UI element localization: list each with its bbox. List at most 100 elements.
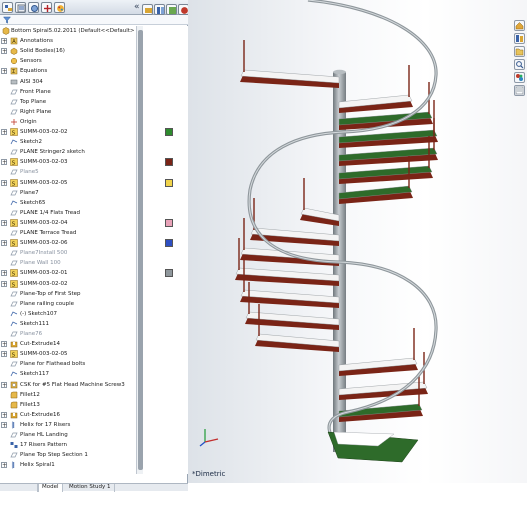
feature-tree-item-label: SUMM-003-02-01 (20, 270, 68, 277)
feature-tree-item[interactable]: + S SUMM-003-02-03 (0, 157, 136, 167)
feature-tree-scrollbar[interactable] (136, 26, 143, 474)
feature-tree-item[interactable]: + Solid Bodies(16) (0, 46, 136, 56)
feature-tree-item[interactable]: Plane7Install 500 (0, 248, 136, 258)
helix-icon (11, 461, 15, 469)
feature-tree-item-label: CSK for #5 Flat Head Machine Screw3 (20, 381, 125, 388)
expand-toggle-icon[interactable]: + (1, 240, 7, 247)
feature-tree-item[interactable]: Plane Top Step Section 1 (0, 450, 136, 460)
task-pane-search-button[interactable] (514, 59, 525, 70)
feature-tree-item[interactable]: + S SUMM-003-02-06 (0, 238, 136, 248)
feature-tree-item[interactable]: AISI 304 (0, 77, 136, 87)
feature-tree-item[interactable]: + Σ Equations (0, 66, 136, 76)
feature-tree-item[interactable]: Plane Wall 100 (0, 258, 136, 268)
task-pane-custom-properties-button[interactable] (514, 85, 525, 96)
feature-tree-item[interactable]: Top Plane (0, 97, 136, 107)
feature-tree-item[interactable]: + S SUMM-003-02-02 (0, 279, 136, 289)
feature-tree-item-label: Plane Wall 100 (20, 260, 61, 267)
cut-extrude-icon (10, 412, 18, 419)
feature-manager-panel: « Bottom Spiral5.02.2011 (Default<<Defau… (0, 0, 189, 483)
expand-toggle-icon[interactable]: + (1, 411, 7, 418)
feature-tree-root[interactable]: Bottom Spiral5.02.2011 (Default<<Default… (0, 26, 136, 36)
feature-tree-item[interactable]: + Cut-Extrude16 (0, 410, 136, 420)
feature-manager-tab[interactable] (2, 2, 13, 13)
feature-tree-item[interactable]: Sketch117 (0, 369, 136, 379)
feature-tree-item[interactable]: (-) Sketch107 (0, 309, 136, 319)
feature-tree-item[interactable]: Right Plane (0, 107, 136, 117)
feature-tree-item[interactable]: Sketch65 (0, 198, 136, 208)
feature-tree-item[interactable]: Sensors (0, 56, 136, 66)
expand-toggle-icon[interactable]: + (1, 48, 7, 55)
feature-tree-item-label: Plane railing couple (20, 300, 75, 307)
configuration-manager-tab[interactable] (28, 2, 39, 13)
search-icon (516, 61, 524, 69)
expand-toggle-icon[interactable]: + (1, 68, 7, 75)
expand-toggle-icon[interactable]: + (1, 351, 7, 358)
expand-toggle-icon[interactable]: + (1, 129, 7, 136)
graphics-viewport[interactable]: *Dimetric (188, 0, 527, 483)
part-icon: S (10, 219, 18, 227)
feature-tree-item-label: PLANE Terrace Tread (20, 230, 77, 236)
feature-tree-item[interactable]: Plane for Flathead bolts (0, 359, 136, 369)
collapse-panel-button[interactable]: « (134, 1, 140, 13)
feature-tree-item[interactable]: Plane5 (0, 167, 136, 177)
expand-toggle-icon[interactable]: + (1, 280, 7, 287)
feature-tree-item[interactable]: + Helix Spiral1 (0, 460, 136, 470)
cut-extrude-icon (10, 341, 18, 348)
expand-toggle-icon[interactable]: + (1, 462, 7, 469)
feature-tree-item[interactable]: + S SUMM-003-02-02 (0, 127, 136, 137)
feature-tree-item[interactable]: Sketch2 (0, 137, 136, 147)
annotations-icon: A (10, 37, 18, 45)
feature-tree-item[interactable]: PLANE 1/4 Flats Tread (0, 208, 136, 218)
tab-model[interactable]: Model (38, 484, 63, 492)
expand-toggle-icon[interactable]: + (1, 38, 7, 45)
feature-tree-item[interactable]: Origin (0, 117, 136, 127)
feature-tree-item[interactable]: 17 Risers Pattern (0, 440, 136, 450)
feature-tree-item[interactable]: + S SUMM-003-02-01 (0, 268, 136, 278)
part-status-grey-icon (165, 269, 173, 278)
spiral-staircase-model[interactable] (188, 0, 527, 483)
feature-tree-item[interactable]: Plane HL Landing (0, 430, 136, 440)
expand-toggle-icon[interactable]: + (1, 159, 7, 166)
expand-toggle-icon[interactable]: + (1, 421, 7, 428)
feature-tree-item[interactable]: PLANE Stringer2 sketch (0, 147, 136, 157)
plane-icon (10, 210, 18, 216)
feature-tree-item[interactable]: + S SUMM-003-02-04 (0, 218, 136, 228)
expand-toggle-icon[interactable]: + (1, 381, 7, 388)
feature-tree-item[interactable]: Plane76 (0, 329, 136, 339)
feature-tree-item[interactable]: Plane7 (0, 188, 136, 198)
feature-tree-item[interactable]: Fillet12 (0, 390, 136, 400)
feature-tree-item[interactable]: + Helix for 17 Risers (0, 420, 136, 430)
feature-tree-item[interactable]: Front Plane (0, 87, 136, 97)
property-manager-tab[interactable] (15, 2, 26, 13)
display-manager-tab[interactable] (54, 2, 65, 13)
dimxpert-manager-tab[interactable] (41, 2, 52, 13)
feature-tree-item-label: Plane for Flathead bolts (20, 361, 86, 368)
feature-tree-item[interactable]: + A Annotations (0, 36, 136, 46)
file-explorer-tab[interactable] (154, 4, 165, 15)
feature-tree-item[interactable]: + S SUMM-003-02-05 (0, 349, 136, 359)
expand-toggle-icon[interactable]: + (1, 341, 7, 348)
feature-tree-item[interactable]: PLANE Terrace Tread (0, 228, 136, 238)
svg-text:S: S (12, 282, 16, 288)
expand-toggle-icon[interactable]: + (1, 219, 7, 226)
expand-toggle-icon[interactable]: + (1, 179, 7, 186)
feature-tree-item[interactable]: Fillet13 (0, 400, 136, 410)
task-pane-appearances-button[interactable] (514, 72, 525, 83)
task-pane-resources-button[interactable] (514, 20, 525, 31)
design-library-tab[interactable] (142, 4, 153, 15)
feature-tree-item-label: AISI 304 (20, 78, 43, 85)
feature-tree-item[interactable]: + CSK for #5 Flat Head Machine Screw3 (0, 380, 136, 390)
feature-tree-filter[interactable] (0, 15, 188, 25)
feature-tree-item[interactable]: Sketch111 (0, 319, 136, 329)
feature-tree-item[interactable]: Plane-Top of First Step (0, 289, 136, 299)
feature-tree-item[interactable]: Plane railing couple (0, 299, 136, 309)
feature-tree-item[interactable]: + Cut-Extrude14 (0, 339, 136, 349)
feature-tree-item[interactable]: + S SUMM-003-02-05 (0, 178, 136, 188)
task-pane-file-explorer-button[interactable] (514, 46, 525, 57)
feature-tree-item-label: Top Plane (20, 98, 47, 105)
view-palette-tab[interactable] (166, 4, 177, 15)
task-pane-design-library-button[interactable] (514, 33, 525, 44)
tab-scroll-arrows[interactable] (0, 484, 38, 492)
tab-motion-study[interactable]: Motion Study 1 (66, 484, 115, 492)
expand-toggle-icon[interactable]: + (1, 270, 7, 277)
